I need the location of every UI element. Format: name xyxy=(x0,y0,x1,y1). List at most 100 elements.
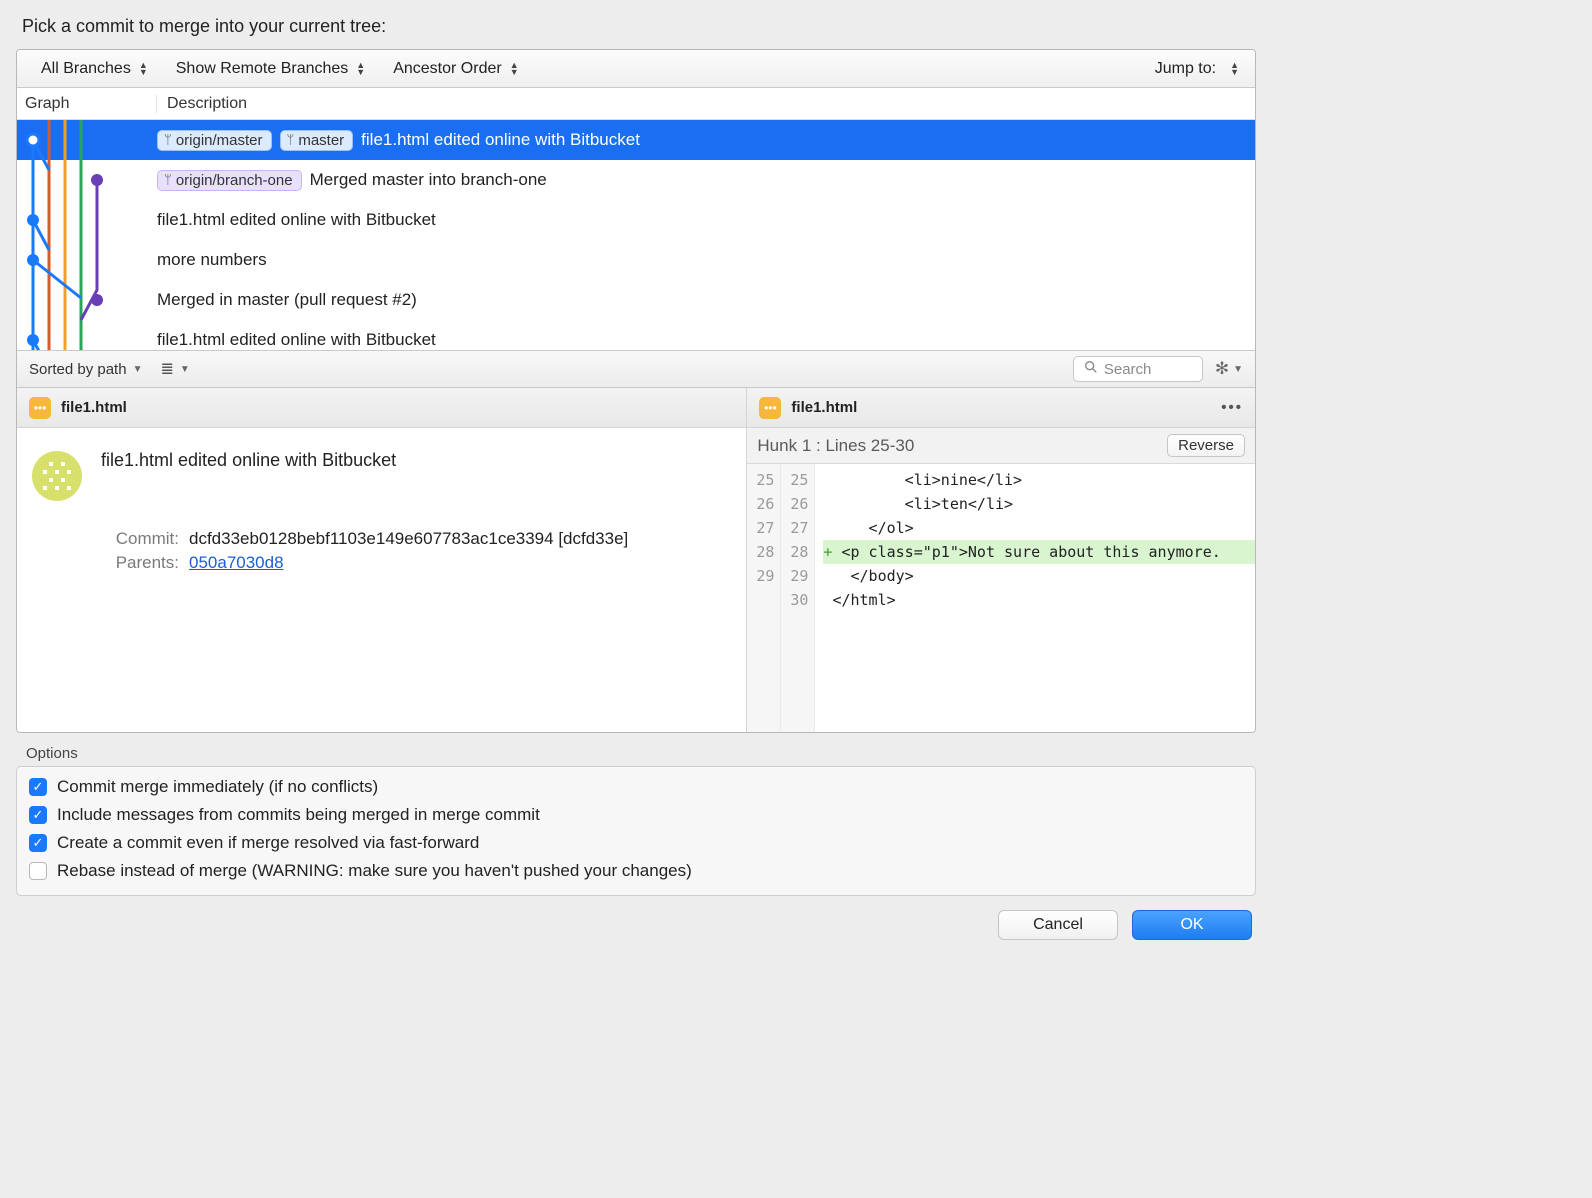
footer: Cancel OK xyxy=(16,896,1256,940)
commit-list: ᛘorigin/masterᛘmasterfile1.html edited o… xyxy=(17,120,1255,350)
branch-tag[interactable]: ᛘ origin/branch-one xyxy=(157,170,302,191)
settings-button[interactable]: ✻ ▼ xyxy=(1215,359,1243,379)
commit-row[interactable]: Merged in master (pull request #2) xyxy=(17,280,1255,320)
chevron-down-icon: ▼ xyxy=(180,364,190,375)
options-box: ✓ Commit merge immediately (if no conflic… xyxy=(16,766,1256,896)
column-header: Graph Description xyxy=(17,88,1255,120)
branch-tag-label: origin/master xyxy=(176,132,263,149)
option-row[interactable]: ✓ Create a commit even if merge resolved … xyxy=(29,833,1243,853)
order-filter[interactable]: Ancestor Order ▲▼ xyxy=(379,60,532,78)
filter-toolbar: All Branches ▲▼ Show Remote Branches ▲▼ … xyxy=(17,50,1255,88)
commit-row-message: file1.html edited online with Bitbucket xyxy=(361,130,640,150)
parents-label: Parents: xyxy=(101,553,179,573)
diff-line[interactable]: </body> xyxy=(823,564,1255,588)
options-label: Options xyxy=(26,745,1256,762)
parent-hash-link[interactable]: 050a7030d8 xyxy=(189,553,284,573)
checkbox[interactable]: ✓ xyxy=(29,806,47,824)
diff-line[interactable]: <li>nine</li> xyxy=(823,468,1255,492)
commit-row-message: Merged master into branch-one xyxy=(310,170,547,190)
remote-filter-label: Show Remote Branches xyxy=(176,60,349,78)
checkbox[interactable]: ✓ xyxy=(29,834,47,852)
hunk-label: Hunk 1 : Lines 25-30 xyxy=(757,436,914,456)
commit-row[interactable]: more numbers xyxy=(17,240,1255,280)
option-row[interactable]: ✓ Include messages from commits being mer… xyxy=(29,805,1243,825)
file-name: file1.html xyxy=(791,399,857,416)
commit-message: file1.html edited online with Bitbucket xyxy=(101,450,732,471)
main-panel: All Branches ▲▼ Show Remote Branches ▲▼ … xyxy=(16,49,1256,733)
gutter-new: 252627282930 xyxy=(781,464,815,732)
search-input[interactable]: Search xyxy=(1073,356,1203,382)
column-description[interactable]: Description xyxy=(157,95,247,113)
branch-tag-label: origin/branch-one xyxy=(176,172,293,189)
branch-tag[interactable]: ᛘmaster xyxy=(280,130,354,151)
stepper-icon: ▲▼ xyxy=(510,62,519,76)
lines-icon: ≣ xyxy=(160,359,173,379)
file-badge-icon: ••• xyxy=(759,397,781,419)
sort-control[interactable]: Sorted by path ▼ xyxy=(29,361,142,378)
commit-detail: file1.html edited online with Bitbucket … xyxy=(17,428,746,585)
option-label: Include messages from commits being merg… xyxy=(57,805,540,825)
branch-tag[interactable]: ᛘ origin/master xyxy=(157,130,272,151)
order-filter-label: Ancestor Order xyxy=(393,60,501,78)
branch-icon: ᛘ xyxy=(164,133,172,148)
search-placeholder: Search xyxy=(1104,361,1152,378)
right-pane: ••• file1.html ••• Hunk 1 : Lines 25-30 … xyxy=(747,388,1255,732)
merge-dialog: Pick a commit to merge into your current… xyxy=(0,0,1272,956)
file-toolbar: Sorted by path ▼ ≣ ▼ Search ✻ ▼ xyxy=(17,350,1255,388)
ok-button[interactable]: OK xyxy=(1132,910,1252,940)
gutter-old: 2526272829 xyxy=(747,464,781,732)
remote-filter[interactable]: Show Remote Branches ▲▼ xyxy=(162,60,379,78)
checkbox[interactable]: ✓ xyxy=(29,778,47,796)
commit-row[interactable]: file1.html edited online with Bitbucket xyxy=(17,320,1255,350)
branch-icon: ᛘ xyxy=(164,173,172,188)
stepper-icon: ▲▼ xyxy=(356,62,365,76)
branch-filter-label: All Branches xyxy=(41,60,131,78)
option-row[interactable]: Rebase instead of merge (WARNING: make s… xyxy=(29,861,1243,881)
checkbox[interactable] xyxy=(29,862,47,880)
branch-filter[interactable]: All Branches ▲▼ xyxy=(27,60,162,78)
jump-to-label: Jump to: xyxy=(1155,60,1216,78)
commit-row[interactable]: ᛘorigin/masterᛘmasterfile1.html edited o… xyxy=(17,120,1255,160)
file-header-left[interactable]: ••• file1.html xyxy=(17,388,746,428)
diff-line[interactable]: + <p class="p1">Not sure about this anym… xyxy=(823,540,1255,564)
file-badge-icon: ••• xyxy=(29,397,51,419)
diff-body: 2526272829 252627282930 <li>nine</li> <l… xyxy=(747,464,1255,732)
dialog-title: Pick a commit to merge into your current… xyxy=(22,16,1256,37)
search-icon xyxy=(1084,360,1098,378)
commit-row-message: file1.html edited online with Bitbucket xyxy=(157,330,436,350)
commit-row-message: file1.html edited online with Bitbucket xyxy=(157,210,436,230)
avatar xyxy=(31,450,83,502)
chevron-down-icon: ▼ xyxy=(133,364,143,375)
cancel-button[interactable]: Cancel xyxy=(998,910,1118,940)
diff-line[interactable]: </ol> xyxy=(823,516,1255,540)
diff-line[interactable]: </html> xyxy=(823,588,1255,612)
branch-tag-label: master xyxy=(298,132,344,149)
gear-icon: ✻ xyxy=(1215,359,1229,379)
file-name: file1.html xyxy=(61,399,127,416)
branch-icon: ᛘ xyxy=(287,133,295,148)
left-pane: ••• file1.html xyxy=(17,388,747,732)
commit-row[interactable]: ᛘ origin/branch-one Merged master into bra… xyxy=(17,160,1255,200)
code-column: <li>nine</li> <li>ten</li> </ol>+ <p cla… xyxy=(815,464,1255,732)
column-graph[interactable]: Graph xyxy=(17,95,157,113)
commit-graph xyxy=(17,120,127,350)
more-button[interactable]: ••• xyxy=(1221,399,1243,416)
sort-label: Sorted by path xyxy=(29,361,127,378)
hunk-header: Hunk 1 : Lines 25-30 Reverse xyxy=(747,428,1255,464)
commit-label: Commit: xyxy=(101,529,179,549)
option-label: Rebase instead of merge (WARNING: make s… xyxy=(57,861,692,881)
reverse-button[interactable]: Reverse xyxy=(1167,434,1245,457)
commit-row-message: Merged in master (pull request #2) xyxy=(157,290,417,310)
option-label: Commit merge immediately (if no conflict… xyxy=(57,777,378,797)
commit-hash: dcfd33eb0128bebf1103e149e607783ac1ce3394… xyxy=(189,529,628,549)
option-label: Create a commit even if merge resolved v… xyxy=(57,833,479,853)
commit-row[interactable]: file1.html edited online with Bitbucket xyxy=(17,200,1255,240)
jump-to[interactable]: Jump to: ▲▼ xyxy=(1155,60,1245,78)
plus-icon: + xyxy=(823,543,832,561)
commit-row-message: more numbers xyxy=(157,250,267,270)
file-header-right[interactable]: ••• file1.html ••• xyxy=(747,388,1255,428)
stepper-icon: ▲▼ xyxy=(139,62,148,76)
view-mode[interactable]: ≣ ▼ xyxy=(160,359,189,379)
diff-line[interactable]: <li>ten</li> xyxy=(823,492,1255,516)
option-row[interactable]: ✓ Commit merge immediately (if no conflic… xyxy=(29,777,1243,797)
